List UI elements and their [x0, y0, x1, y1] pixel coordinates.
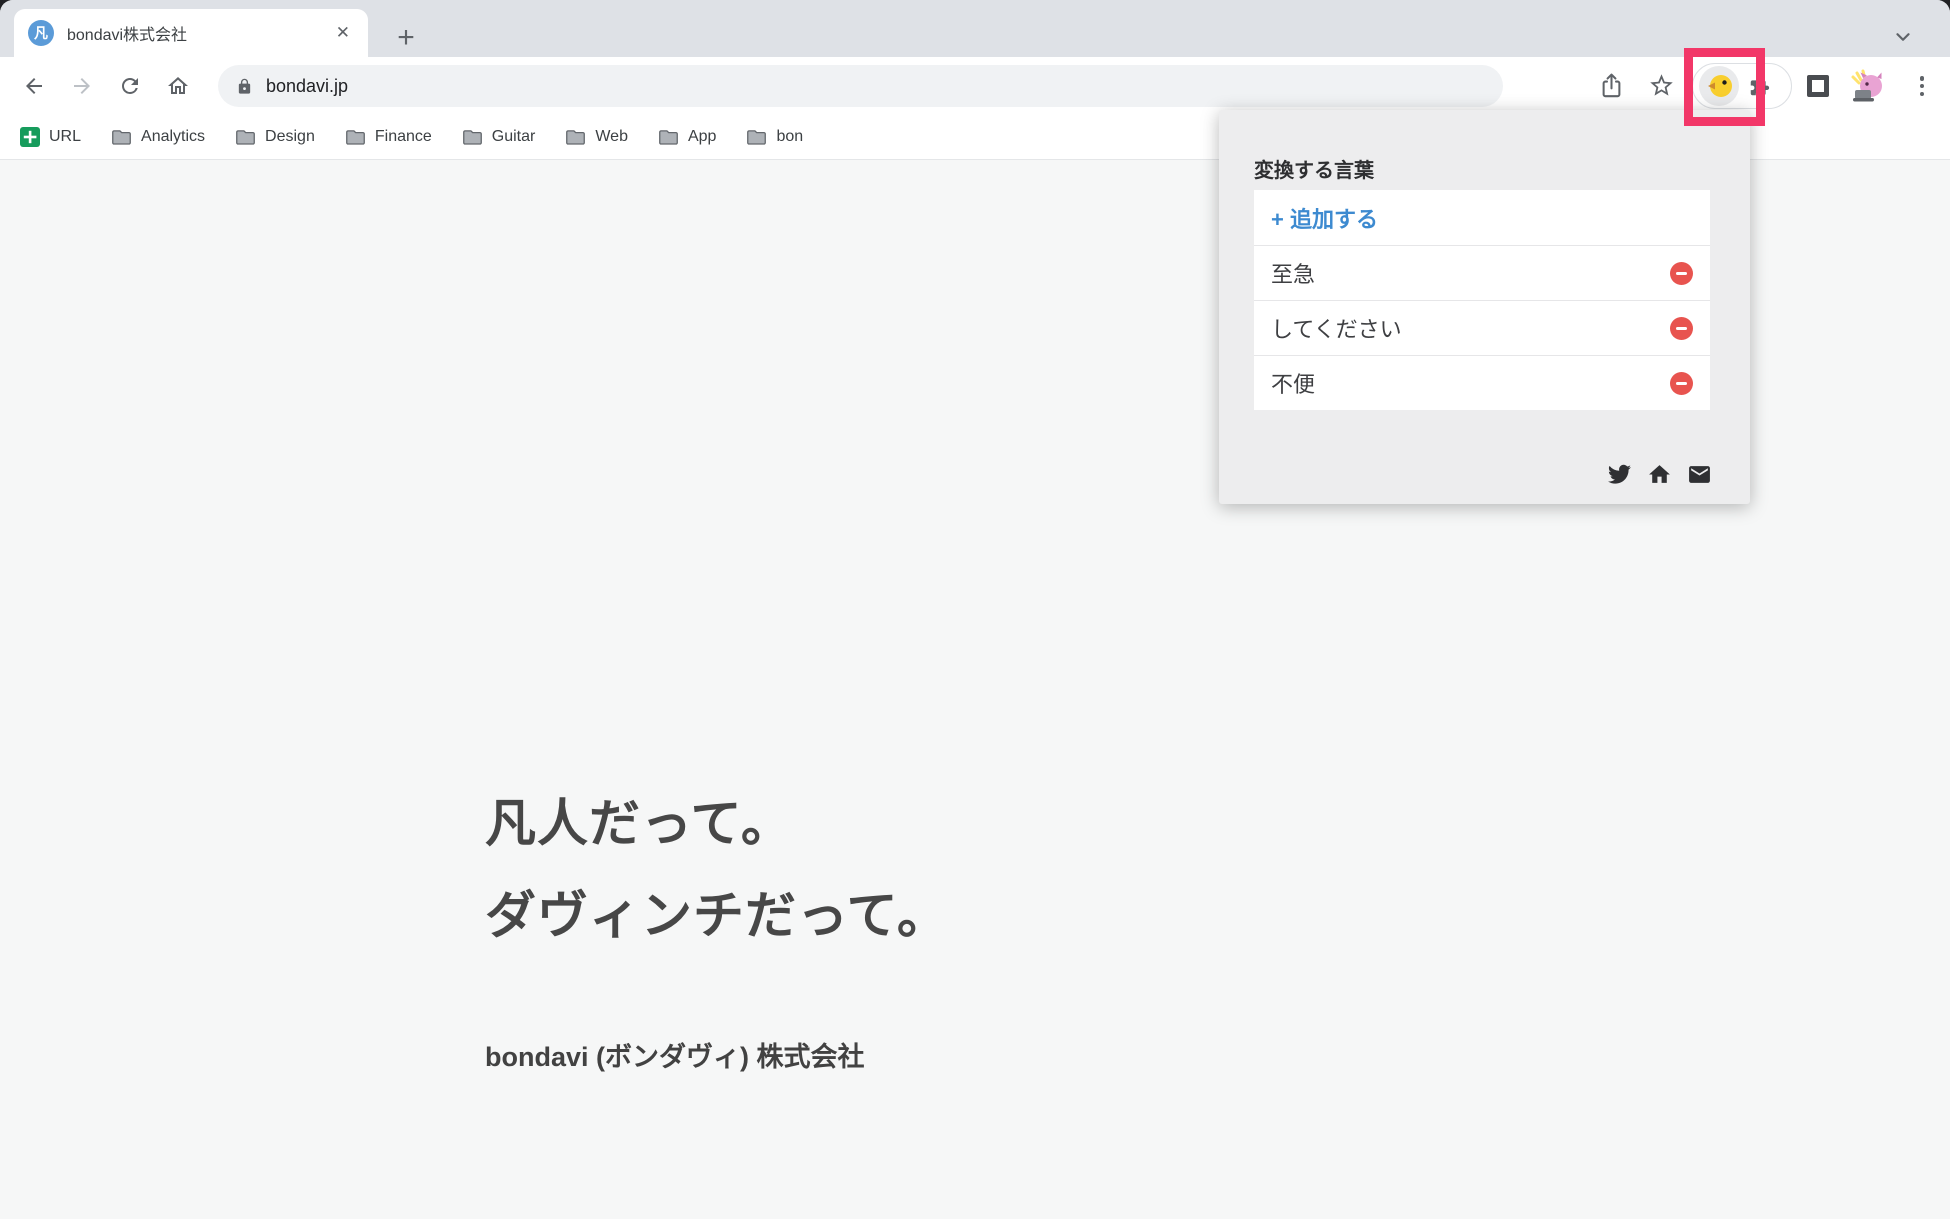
- folder-icon: [345, 128, 366, 146]
- page-heading: 凡人だって。 ダヴィンチだって。: [485, 778, 949, 962]
- reload-icon[interactable]: [118, 74, 142, 98]
- share-icon[interactable]: [1598, 72, 1625, 99]
- bookmark-folder-design[interactable]: Design: [235, 128, 315, 146]
- bookmark-folder-app[interactable]: App: [658, 128, 716, 146]
- new-tab-button[interactable]: +: [388, 20, 424, 56]
- remove-word-button[interactable]: [1670, 317, 1693, 340]
- profile-avatar[interactable]: [1850, 68, 1886, 104]
- bookmark-url[interactable]: URL: [20, 127, 81, 147]
- tab-strip: 凡 bondavi株式会社 ✕ +: [0, 0, 1950, 57]
- tab-close-icon[interactable]: ✕: [332, 21, 354, 45]
- chevron-down-icon[interactable]: [1892, 26, 1914, 48]
- remove-word-button[interactable]: [1670, 372, 1693, 395]
- heading-line-1: 凡人だって。: [485, 778, 949, 870]
- home-icon[interactable]: [166, 74, 190, 98]
- company-name: bondavi (ボンダヴィ) 株式会社: [485, 1035, 865, 1074]
- bookmark-folder-guitar[interactable]: Guitar: [462, 128, 536, 146]
- popup-footer: [1607, 462, 1712, 487]
- sheets-icon: [20, 127, 40, 147]
- word-label: 至急: [1271, 257, 1670, 289]
- word-list: + 追加する 至急 してください 不便: [1254, 190, 1710, 410]
- bookmark-folder-analytics[interactable]: Analytics: [111, 128, 205, 146]
- bookmark-label: bon: [776, 128, 803, 146]
- bookmark-folder-finance[interactable]: Finance: [345, 128, 432, 146]
- bookmark-folder-bon[interactable]: bon: [746, 128, 803, 146]
- menu-dots-icon[interactable]: [1916, 74, 1928, 98]
- heading-line-2: ダヴィンチだって。: [485, 870, 949, 962]
- remove-word-button[interactable]: [1670, 262, 1693, 285]
- bookmark-label: Design: [265, 128, 315, 146]
- twitter-icon[interactable]: [1607, 462, 1632, 487]
- word-row: してください: [1254, 300, 1710, 355]
- address-bar[interactable]: bondavi.jp: [218, 65, 1503, 107]
- word-row: 不便: [1254, 355, 1710, 410]
- back-icon[interactable]: [22, 74, 46, 98]
- bookmark-folder-web[interactable]: Web: [565, 128, 628, 146]
- folder-icon: [462, 128, 483, 146]
- forward-icon: [70, 74, 94, 98]
- home-link-icon[interactable]: [1647, 462, 1672, 487]
- tab-bondavi[interactable]: 凡 bondavi株式会社 ✕: [14, 9, 368, 57]
- highlight-rectangle: [1684, 48, 1765, 126]
- side-panel-icon[interactable]: [1807, 75, 1829, 97]
- bookmark-label: App: [688, 128, 716, 146]
- mail-icon[interactable]: [1687, 462, 1712, 487]
- bookmark-label: URL: [49, 128, 81, 146]
- word-row: 至急: [1254, 245, 1710, 300]
- lock-icon[interactable]: [236, 78, 253, 95]
- tab-title: bondavi株式会社: [67, 21, 332, 45]
- bookmark-label: Web: [595, 128, 628, 146]
- folder-icon: [658, 128, 679, 146]
- tab-favicon: 凡: [28, 20, 54, 46]
- bookmark-label: Guitar: [492, 128, 536, 146]
- url-text: bondavi.jp: [266, 76, 348, 97]
- add-word-button[interactable]: + 追加する: [1254, 190, 1710, 245]
- browser-window: 凡 bondavi株式会社 ✕ + bondavi.jp: [0, 0, 1950, 1219]
- word-label: 不便: [1271, 367, 1670, 399]
- folder-icon: [111, 128, 132, 146]
- extension-popup: 変換する言葉 + 追加する 至急 してください 不便: [1219, 110, 1750, 504]
- folder-icon: [746, 128, 767, 146]
- popup-title: 変換する言葉: [1254, 154, 1374, 183]
- add-word-label: + 追加する: [1271, 202, 1378, 234]
- folder-icon: [565, 128, 586, 146]
- bookmark-label: Finance: [375, 128, 432, 146]
- browser-toolbar: bondavi.jp: [0, 57, 1950, 115]
- word-label: してください: [1271, 312, 1670, 344]
- bookmark-label: Analytics: [141, 128, 205, 146]
- bookmark-star-icon[interactable]: [1648, 72, 1675, 99]
- folder-icon: [235, 128, 256, 146]
